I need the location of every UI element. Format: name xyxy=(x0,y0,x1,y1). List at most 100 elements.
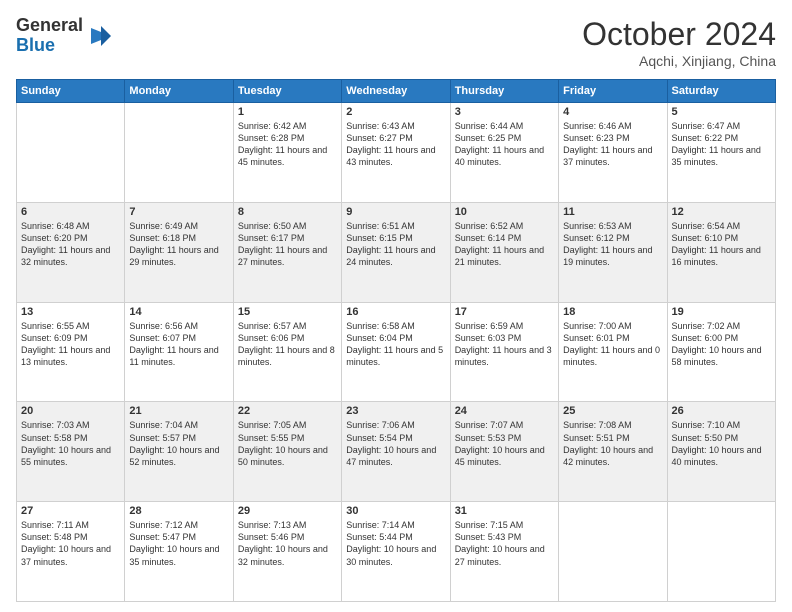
cell-info: Sunrise: 7:12 AMSunset: 5:47 PMDaylight:… xyxy=(129,519,228,568)
header: General Blue October 2024 Aqchi, Xinjian… xyxy=(16,16,776,69)
cell-info: Sunrise: 6:49 AMSunset: 6:18 PMDaylight:… xyxy=(129,220,228,269)
day-number: 11 xyxy=(563,206,662,218)
day-number: 9 xyxy=(346,206,445,218)
cell-info: Sunrise: 6:50 AMSunset: 6:17 PMDaylight:… xyxy=(238,220,337,269)
cell-info: Sunrise: 6:44 AMSunset: 6:25 PMDaylight:… xyxy=(455,120,554,169)
cell-info: Sunrise: 7:07 AMSunset: 5:53 PMDaylight:… xyxy=(455,419,554,468)
cell-info: Sunrise: 7:04 AMSunset: 5:57 PMDaylight:… xyxy=(129,419,228,468)
calendar-cell: 25 Sunrise: 7:08 AMSunset: 5:51 PMDayligh… xyxy=(559,402,667,502)
cell-info: Sunrise: 6:46 AMSunset: 6:23 PMDaylight:… xyxy=(563,120,662,169)
day-number: 8 xyxy=(238,206,337,218)
cell-info: Sunrise: 7:11 AMSunset: 5:48 PMDaylight:… xyxy=(21,519,120,568)
calendar-cell: 30 Sunrise: 7:14 AMSunset: 5:44 PMDayligh… xyxy=(342,502,450,602)
cell-info: Sunrise: 7:14 AMSunset: 5:44 PMDaylight:… xyxy=(346,519,445,568)
calendar-cell: 6 Sunrise: 6:48 AMSunset: 6:20 PMDaylight… xyxy=(17,202,125,302)
day-number: 5 xyxy=(672,106,771,118)
cell-info: Sunrise: 7:05 AMSunset: 5:55 PMDaylight:… xyxy=(238,419,337,468)
calendar-cell: 26 Sunrise: 7:10 AMSunset: 5:50 PMDayligh… xyxy=(667,402,775,502)
day-number: 15 xyxy=(238,306,337,318)
day-number: 19 xyxy=(672,306,771,318)
cell-info: Sunrise: 6:52 AMSunset: 6:14 PMDaylight:… xyxy=(455,220,554,269)
calendar-cell: 12 Sunrise: 6:54 AMSunset: 6:10 PMDayligh… xyxy=(667,202,775,302)
calendar-cell: 13 Sunrise: 6:55 AMSunset: 6:09 PMDayligh… xyxy=(17,302,125,402)
calendar-cell: 14Sunrise: 6:56 AMSunset: 6:07 PMDayligh… xyxy=(125,302,233,402)
calendar-cell: 11 Sunrise: 6:53 AMSunset: 6:12 PMDayligh… xyxy=(559,202,667,302)
calendar-cell: 20 Sunrise: 7:03 AMSunset: 5:58 PMDayligh… xyxy=(17,402,125,502)
cell-info: Sunrise: 6:42 AMSunset: 6:28 PMDaylight:… xyxy=(238,120,337,169)
day-number: 10 xyxy=(455,206,554,218)
calendar-cell: 22 Sunrise: 7:05 AMSunset: 5:55 PMDayligh… xyxy=(233,402,341,502)
calendar-cell: 18 Sunrise: 7:00 AMSunset: 6:01 PMDayligh… xyxy=(559,302,667,402)
calendar-cell: 2Sunrise: 6:43 AMSunset: 6:27 PMDaylight… xyxy=(342,103,450,203)
day-number: 20 xyxy=(21,405,120,417)
logo: General Blue xyxy=(16,16,115,56)
day-number: 22 xyxy=(238,405,337,417)
cell-info: Sunrise: 6:53 AMSunset: 6:12 PMDaylight:… xyxy=(563,220,662,269)
calendar-table: SundayMondayTuesdayWednesdayThursdayFrid… xyxy=(16,79,776,602)
calendar-cell: 15Sunrise: 6:57 AMSunset: 6:06 PMDayligh… xyxy=(233,302,341,402)
logo-icon xyxy=(87,22,115,50)
calendar-cell xyxy=(667,502,775,602)
cell-info: Sunrise: 6:48 AMSunset: 6:20 PMDaylight:… xyxy=(21,220,120,269)
day-number: 3 xyxy=(455,106,554,118)
cell-info: Sunrise: 7:02 AMSunset: 6:00 PMDaylight:… xyxy=(672,320,771,369)
calendar-cell: 3 Sunrise: 6:44 AMSunset: 6:25 PMDaylight… xyxy=(450,103,558,203)
calendar-cell: 9 Sunrise: 6:51 AMSunset: 6:15 PMDaylight… xyxy=(342,202,450,302)
weekday-header-sunday: Sunday xyxy=(17,80,125,103)
weekday-header-thursday: Thursday xyxy=(450,80,558,103)
cell-info: Sunrise: 6:51 AMSunset: 6:15 PMDaylight:… xyxy=(346,220,445,269)
weekday-header-wednesday: Wednesday xyxy=(342,80,450,103)
cell-info: Sunrise: 7:03 AMSunset: 5:58 PMDaylight:… xyxy=(21,419,120,468)
calendar-cell: 17 Sunrise: 6:59 AMSunset: 6:03 PMDayligh… xyxy=(450,302,558,402)
day-number: 7 xyxy=(129,206,228,218)
cell-info: Sunrise: 6:56 AMSunset: 6:07 PMDaylight:… xyxy=(129,320,228,369)
calendar-cell: 8 Sunrise: 6:50 AMSunset: 6:17 PMDaylight… xyxy=(233,202,341,302)
day-number: 28 xyxy=(129,505,228,517)
cell-info: Sunrise: 6:43 AMSunset: 6:27 PMDaylight:… xyxy=(346,120,445,169)
location: Aqchi, Xinjiang, China xyxy=(582,53,776,69)
cell-info: Sunrise: 7:00 AMSunset: 6:01 PMDaylight:… xyxy=(563,320,662,369)
cell-info: Sunrise: 6:55 AMSunset: 6:09 PMDaylight:… xyxy=(21,320,120,369)
cell-info: Sunrise: 7:10 AMSunset: 5:50 PMDaylight:… xyxy=(672,419,771,468)
calendar-cell: 31 Sunrise: 7:15 AMSunset: 5:43 PMDayligh… xyxy=(450,502,558,602)
logo-blue-text: Blue xyxy=(16,36,83,56)
calendar-cell: 7 Sunrise: 6:49 AMSunset: 6:18 PMDaylight… xyxy=(125,202,233,302)
cell-info: Sunrise: 7:15 AMSunset: 5:43 PMDaylight:… xyxy=(455,519,554,568)
cell-info: Sunrise: 6:58 AMSunset: 6:04 PMDaylight:… xyxy=(346,320,445,369)
calendar-cell: 29Sunrise: 7:13 AMSunset: 5:46 PMDayligh… xyxy=(233,502,341,602)
cell-info: Sunrise: 6:59 AMSunset: 6:03 PMDaylight:… xyxy=(455,320,554,369)
cell-info: Sunrise: 6:47 AMSunset: 6:22 PMDaylight:… xyxy=(672,120,771,169)
day-number: 25 xyxy=(563,405,662,417)
cell-info: Sunrise: 7:06 AMSunset: 5:54 PMDaylight:… xyxy=(346,419,445,468)
calendar-cell: 23 Sunrise: 7:06 AMSunset: 5:54 PMDayligh… xyxy=(342,402,450,502)
day-number: 26 xyxy=(672,405,771,417)
day-number: 1 xyxy=(238,106,337,118)
day-number: 12 xyxy=(672,206,771,218)
cell-info: Sunrise: 6:54 AMSunset: 6:10 PMDaylight:… xyxy=(672,220,771,269)
day-number: 17 xyxy=(455,306,554,318)
day-number: 6 xyxy=(21,206,120,218)
day-number: 16 xyxy=(346,306,445,318)
calendar-cell: 5 Sunrise: 6:47 AMSunset: 6:22 PMDaylight… xyxy=(667,103,775,203)
calendar-cell: 27Sunrise: 7:11 AMSunset: 5:48 PMDayligh… xyxy=(17,502,125,602)
month-title: October 2024 xyxy=(582,16,776,53)
calendar-cell xyxy=(17,103,125,203)
calendar-cell: 19 Sunrise: 7:02 AMSunset: 6:00 PMDayligh… xyxy=(667,302,775,402)
logo-general-text: General xyxy=(16,16,83,36)
logo-text: General Blue xyxy=(16,16,83,56)
day-number: 29 xyxy=(238,505,337,517)
day-number: 13 xyxy=(21,306,120,318)
title-section: October 2024 Aqchi, Xinjiang, China xyxy=(582,16,776,69)
day-number: 31 xyxy=(455,505,554,517)
day-number: 18 xyxy=(563,306,662,318)
weekday-header-friday: Friday xyxy=(559,80,667,103)
weekday-header-monday: Monday xyxy=(125,80,233,103)
day-number: 30 xyxy=(346,505,445,517)
calendar-cell xyxy=(559,502,667,602)
day-number: 23 xyxy=(346,405,445,417)
cell-info: Sunrise: 7:08 AMSunset: 5:51 PMDaylight:… xyxy=(563,419,662,468)
calendar-cell: 21Sunrise: 7:04 AMSunset: 5:57 PMDayligh… xyxy=(125,402,233,502)
calendar-cell: 24Sunrise: 7:07 AMSunset: 5:53 PMDayligh… xyxy=(450,402,558,502)
weekday-header-saturday: Saturday xyxy=(667,80,775,103)
page: General Blue October 2024 Aqchi, Xinjian… xyxy=(0,0,792,612)
